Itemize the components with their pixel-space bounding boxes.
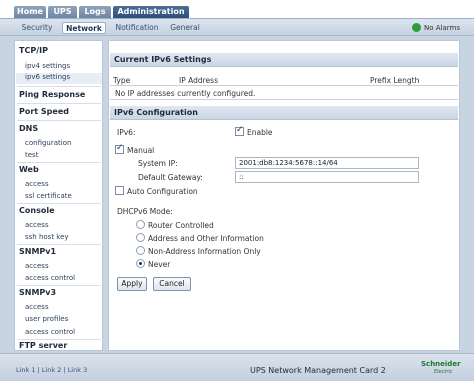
sidebar-heading-console[interactable]: Console: [19, 206, 55, 215]
main-panel: Current IPv6 Settings Type IP Address Pr…: [108, 40, 460, 351]
sidebar-item-snmpv1-access[interactable]: access: [25, 262, 49, 270]
subtab-general[interactable]: General: [167, 22, 203, 34]
sidebar-heading-tcpip[interactable]: TCP/IP: [19, 46, 48, 55]
sidebar-item-ssl-certificate[interactable]: ssl certificate: [25, 192, 72, 200]
alarm-ok-icon: [412, 23, 421, 32]
footer-link-2[interactable]: Link 2: [42, 366, 62, 374]
sidebar-heading-ping[interactable]: Ping Response: [19, 90, 85, 99]
sidebar-divider: [17, 339, 101, 340]
table-divider: [110, 99, 458, 100]
sidebar-item-dns-configuration[interactable]: configuration: [25, 139, 71, 147]
sidebar: TCP/IP ipv4 settings ipv6 settings Ping …: [14, 40, 103, 351]
no-addresses-message: No IP addresses currently configured.: [115, 89, 256, 98]
current-ipv6-settings-title: Current IPv6 Settings: [110, 53, 458, 67]
sidebar-divider: [17, 244, 101, 245]
footer-links: Link 1 | Link 2 | Link 3: [16, 366, 88, 374]
column-ip-address: IP Address: [179, 76, 218, 85]
subtab-notification[interactable]: Notification: [112, 22, 162, 34]
sidebar-item-ssh-host-key[interactable]: ssh host key: [25, 233, 69, 241]
tab-logs[interactable]: Logs: [79, 6, 111, 18]
sidebar-heading-snmpv3[interactable]: SNMPv3: [19, 288, 56, 297]
sidebar-heading-web[interactable]: Web: [19, 165, 39, 174]
dhcp-non-address-radio[interactable]: [136, 246, 145, 255]
dhcpv6-mode-label: DHCPv6 Mode:: [117, 207, 173, 216]
sidebar-item-snmpv1-access-control[interactable]: access control: [25, 274, 75, 282]
sidebar-divider: [17, 162, 101, 163]
sidebar-divider: [17, 120, 101, 121]
footer-link-1[interactable]: Link 1: [16, 366, 36, 374]
enable-checkbox[interactable]: [235, 125, 244, 136]
tab-administration[interactable]: Administration: [113, 6, 189, 18]
schneider-electric-logo: Schneider Electric: [421, 360, 461, 375]
sidebar-heading-port-speed[interactable]: Port Speed: [19, 107, 69, 116]
sidebar-item-snmpv3-access[interactable]: access: [25, 303, 49, 311]
sidebar-item-ipv6[interactable]: ipv6 settings: [16, 73, 102, 84]
dhcp-router-controlled-radio[interactable]: [136, 220, 145, 229]
ipv6-label: IPv6:: [117, 128, 136, 137]
sidebar-heading-snmpv1[interactable]: SNMPv1: [19, 247, 56, 256]
auto-configuration-label: Auto Configuration: [127, 187, 198, 196]
ipv6-configuration-title: IPv6 Configuration: [110, 106, 458, 120]
column-prefix-length: Prefix Length: [370, 76, 420, 85]
sidebar-divider: [17, 86, 101, 87]
alarm-status[interactable]: No Alarms: [412, 22, 460, 34]
cancel-button[interactable]: Cancel: [153, 277, 191, 291]
dhcp-router-controlled-label: Router Controlled: [148, 221, 214, 230]
dhcp-address-and-other-radio[interactable]: [136, 233, 145, 242]
dhcp-never-label: Never: [148, 260, 171, 269]
system-ip-label: System IP:: [138, 159, 178, 168]
sidebar-item-dns-test[interactable]: test: [25, 151, 38, 159]
sidebar-item-snmpv3-access-control[interactable]: access control: [25, 328, 75, 336]
product-title: UPS Network Management Card 2: [250, 366, 386, 375]
sidebar-divider: [17, 103, 101, 104]
table-divider: [110, 85, 458, 86]
sub-navigation: Security Network Notification General No…: [0, 18, 474, 36]
footer: Link 1 | Link 2 | Link 3 UPS Network Man…: [0, 353, 474, 381]
sidebar-item-user-profiles[interactable]: user profiles: [25, 315, 68, 323]
sidebar-divider: [17, 285, 101, 286]
auto-configuration-checkbox[interactable]: [115, 186, 124, 195]
sidebar-heading-ftp-server[interactable]: FTP server: [19, 341, 67, 350]
top-navigation: Home UPS Logs Administration: [0, 0, 474, 18]
default-gateway-input[interactable]: ::: [235, 171, 419, 183]
manual-label: Manual: [127, 146, 155, 155]
content-frame: TCP/IP ipv4 settings ipv6 settings Ping …: [0, 36, 474, 353]
dhcp-non-address-label: Non-Address Information Only: [148, 247, 261, 256]
enable-label: Enable: [247, 128, 273, 137]
footer-link-3[interactable]: Link 3: [68, 366, 88, 374]
sidebar-item-console-access[interactable]: access: [25, 221, 49, 229]
subtab-security[interactable]: Security: [18, 22, 56, 34]
system-ip-input[interactable]: 2001:db8:1234:5678::14/64: [235, 157, 419, 169]
column-type: Type: [113, 76, 131, 85]
sidebar-item-ipv4[interactable]: ipv4 settings: [25, 62, 70, 70]
dhcp-address-and-other-label: Address and Other Information: [148, 234, 264, 243]
default-gateway-label: Default Gateway:: [138, 173, 203, 182]
sidebar-item-web-access[interactable]: access: [25, 180, 49, 188]
subtab-network[interactable]: Network: [62, 22, 106, 34]
manual-checkbox[interactable]: [115, 143, 124, 154]
sidebar-heading-dns[interactable]: DNS: [19, 124, 38, 133]
sidebar-divider: [17, 203, 101, 204]
tab-home[interactable]: Home: [14, 6, 46, 18]
apply-button[interactable]: Apply: [117, 277, 147, 291]
tab-ups[interactable]: UPS: [48, 6, 77, 18]
alarm-status-text: No Alarms: [424, 24, 460, 32]
dhcp-never-radio[interactable]: [136, 259, 145, 268]
